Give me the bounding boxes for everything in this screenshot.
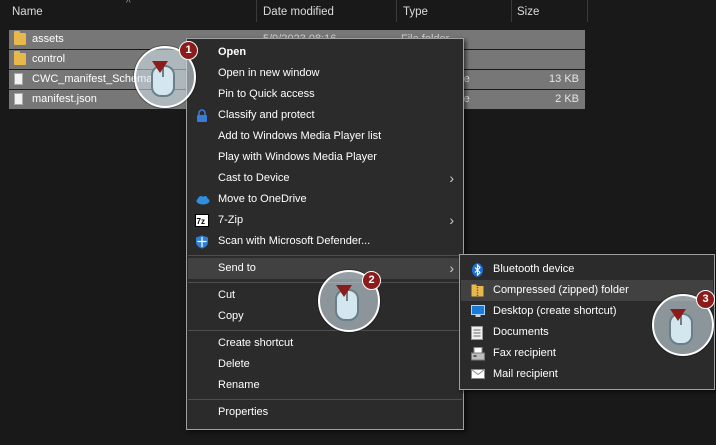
onedrive-icon — [195, 193, 210, 206]
column-type[interactable]: Type — [403, 6, 428, 18]
chevron-right-icon: › — [449, 170, 454, 186]
menu-item-7zip[interactable]: 7z 7-Zip › — [188, 210, 462, 231]
menu-item-label: Properties — [218, 406, 269, 418]
column-header: ^ Name Date modified Type Size — [0, 0, 716, 25]
chevron-right-icon: › — [449, 212, 454, 228]
mail-icon — [471, 368, 485, 381]
menu-item-cast-to-device[interactable]: Cast to Device › — [188, 168, 462, 189]
pointer-icon — [670, 309, 686, 321]
menu-item-classify-protect[interactable]: Classify and protect — [188, 105, 462, 126]
step-badge-3: 3 — [696, 290, 715, 309]
menu-item-label: Open — [218, 46, 247, 58]
fax-icon — [471, 347, 485, 361]
menu-item-label: 7-Zip — [218, 214, 244, 226]
menu-item-move-onedrive[interactable]: Move to OneDrive — [188, 189, 462, 210]
step-badge-1: 1 — [179, 41, 198, 60]
menu-item-create-shortcut[interactable]: Create shortcut — [188, 333, 462, 354]
step-badge-2: 2 — [362, 271, 381, 290]
menu-item-label: Send to — [218, 262, 256, 274]
column-divider[interactable] — [256, 0, 257, 22]
menu-item-add-wmp-list[interactable]: Add to Windows Media Player list — [188, 126, 462, 147]
send-to-mail[interactable]: Mail recipient — [461, 364, 713, 385]
menu-item-label: Copy — [218, 310, 244, 322]
sort-caret-icon: ^ — [126, 0, 131, 9]
menu-separator — [188, 255, 462, 256]
folder-icon — [14, 31, 26, 45]
file-name: assets — [32, 33, 64, 45]
send-to-label: Documents — [493, 326, 549, 338]
menu-item-delete[interactable]: Delete — [188, 354, 462, 375]
menu-item-label: Rename — [218, 379, 260, 391]
pointer-icon — [152, 61, 168, 73]
send-to-bluetooth[interactable]: Bluetooth device — [461, 259, 713, 280]
menu-item-label: Open in new window — [218, 67, 320, 79]
file-name: manifest.json — [32, 93, 97, 105]
menu-item-scan-defender[interactable]: Scan with Microsoft Defender... — [188, 231, 462, 252]
send-to-label: Desktop (create shortcut) — [493, 305, 617, 317]
menu-item-label: Play with Windows Media Player — [218, 151, 377, 163]
menu-item-label: Delete — [218, 358, 250, 370]
file-size: 2 KB — [555, 93, 579, 105]
folder-icon — [14, 51, 26, 65]
menu-item-play-wmp[interactable]: Play with Windows Media Player — [188, 147, 462, 168]
menu-item-label: Scan with Microsoft Defender... — [218, 235, 371, 247]
bluetooth-icon — [471, 263, 484, 277]
file-icon — [14, 93, 23, 105]
file-name: control — [32, 53, 66, 65]
column-size[interactable]: Size — [517, 6, 539, 18]
lock-icon — [195, 109, 209, 122]
send-to-label: Fax recipient — [493, 347, 556, 359]
file-size: 13 KB — [549, 73, 579, 85]
context-menu: Open Open in new window Pin to Quick acc… — [186, 38, 464, 430]
menu-item-properties[interactable]: Properties — [188, 402, 462, 423]
menu-item-open-new-window[interactable]: Open in new window — [188, 63, 462, 84]
menu-item-label: Add to Windows Media Player list — [218, 130, 382, 142]
documents-icon — [471, 326, 484, 340]
menu-item-send-to[interactable]: Send to › — [188, 258, 462, 279]
menu-item-label: Cut — [218, 289, 236, 301]
svg-text:7z: 7z — [197, 217, 205, 226]
send-to-label: Compressed (zipped) folder — [493, 284, 629, 296]
column-divider[interactable] — [511, 0, 512, 22]
file-icon — [14, 73, 23, 85]
menu-separator — [188, 330, 462, 331]
column-name[interactable]: Name — [12, 6, 43, 18]
menu-item-label: Pin to Quick access — [218, 88, 315, 100]
column-date-modified[interactable]: Date modified — [263, 6, 334, 18]
send-to-label: Bluetooth device — [493, 263, 575, 275]
chevron-right-icon: › — [449, 260, 454, 276]
menu-item-label: Move to OneDrive — [218, 193, 307, 205]
column-divider[interactable] — [587, 0, 588, 22]
menu-item-pin-quick-access[interactable]: Pin to Quick access — [188, 84, 462, 105]
menu-separator — [188, 399, 462, 400]
zip-folder-icon — [471, 284, 484, 297]
desktop-icon — [471, 305, 485, 318]
column-divider[interactable] — [396, 0, 397, 22]
menu-item-label: Classify and protect — [218, 109, 315, 121]
menu-item-label: Cast to Device — [218, 172, 290, 184]
defender-icon — [195, 235, 209, 249]
menu-item-open[interactable]: Open — [188, 42, 462, 63]
7zip-icon: 7z — [195, 214, 209, 227]
send-to-label: Mail recipient — [493, 368, 558, 380]
pointer-icon — [336, 285, 352, 297]
menu-item-label: Create shortcut — [218, 337, 294, 349]
menu-item-rename[interactable]: Rename — [188, 375, 462, 396]
